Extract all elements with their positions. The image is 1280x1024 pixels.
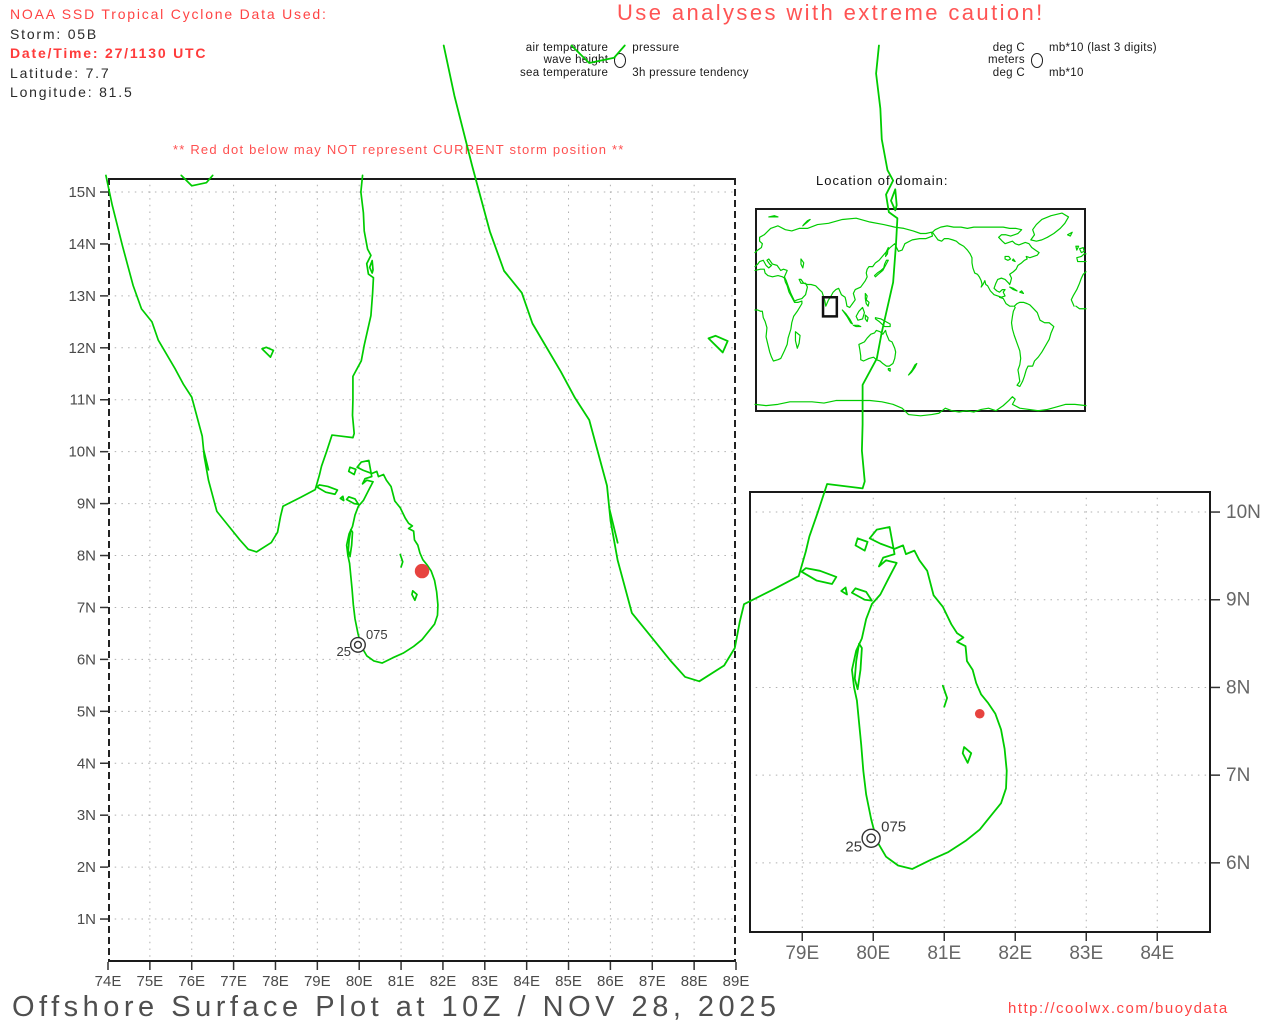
legend-pressure-label: pressure bbox=[632, 42, 680, 54]
x-tick-label: 85E bbox=[555, 973, 582, 990]
header-source-line: NOAA SSD Tropical Cyclone Data Used: bbox=[10, 6, 328, 22]
y-tick-label: 7N bbox=[1226, 765, 1250, 786]
main-map: 74E 75E 76E 77E 78E 79E 80E 81E 82E 83E 84E 85E 86E 8… bbox=[106, 175, 749, 990]
y-tick-label: 4N bbox=[77, 755, 96, 772]
world-map-inset bbox=[754, 208, 1087, 417]
storm-position-dot bbox=[974, 708, 985, 719]
station-sea-temp-label: 25 bbox=[336, 644, 350, 659]
x-tick-label: 87E bbox=[639, 973, 666, 990]
header-datetime-line: Date/Time: 27/1130 UTC bbox=[10, 45, 208, 61]
y-tick-label: 9N bbox=[77, 496, 96, 513]
storm-info-header: NOAA SSD Tropical Cyclone Data Used: Sto… bbox=[10, 5, 328, 103]
y-tick-label: 15N bbox=[68, 184, 96, 201]
station-model-legend: air temperature wave height sea temperat… bbox=[520, 42, 749, 79]
y-tick-label: 8N bbox=[77, 548, 96, 565]
legend-left-column: deg C meters deg C bbox=[988, 42, 1025, 79]
y-tick-label: 8N bbox=[1226, 677, 1250, 698]
y-tick-label: 7N bbox=[77, 599, 96, 616]
x-tick-label: 86E bbox=[597, 973, 624, 990]
y-tick-label: 10N bbox=[68, 444, 96, 461]
buoy-plot-page: NOAA SSD Tropical Cyclone Data Used: Sto… bbox=[0, 0, 1280, 1024]
x-tick-label: 80E bbox=[346, 973, 373, 990]
x-tick-label: 75E bbox=[137, 973, 164, 990]
y-tick-label: 13N bbox=[68, 288, 96, 305]
station-pressure-label: 075 bbox=[881, 818, 906, 835]
legend-degc-label: deg C bbox=[992, 42, 1025, 54]
legend-mb10-label: mb*10 bbox=[1048, 66, 1084, 79]
legend-sea-temp-label: sea temperature bbox=[520, 66, 609, 79]
y-tick-label: 14N bbox=[68, 236, 96, 253]
plot-title: Offshore Surface Plot at 10Z / NOV 28, 2… bbox=[12, 991, 781, 1023]
x-tick-label: 79E bbox=[785, 943, 819, 964]
storm-position-dot bbox=[414, 563, 430, 579]
station-outer-circle bbox=[861, 828, 881, 848]
x-tick-label: 84E bbox=[1140, 943, 1174, 964]
coastlines bbox=[754, 212, 1087, 417]
domain-inset-title: Location of domain: bbox=[816, 173, 949, 188]
header-longitude-line: Longitude: 81.5 bbox=[10, 84, 134, 100]
caution-title: Use analyses with extreme caution! bbox=[617, 0, 1045, 25]
source-url: http://coolwx.com/buoydata bbox=[1008, 1000, 1229, 1017]
coastlines bbox=[106, 175, 438, 663]
header-storm-line: Storm: 05B bbox=[10, 25, 99, 42]
x-tick-label: 82E bbox=[998, 943, 1032, 964]
station-outer-circle bbox=[349, 636, 366, 653]
station-units-legend: deg C meters deg C mb*10 (last 3 digits)… bbox=[988, 42, 1157, 79]
x-tick-label: 82E bbox=[430, 973, 457, 990]
legend-air-temp-label: air temperature bbox=[525, 42, 609, 54]
station-circle-icon bbox=[1030, 53, 1043, 68]
x-tick-label: 79E bbox=[304, 973, 331, 990]
x-tick-label: 78E bbox=[262, 973, 289, 990]
x-tick-label: 74E bbox=[95, 973, 122, 990]
sri-lanka-coastline bbox=[852, 527, 1007, 869]
x-tick-label: 80E bbox=[856, 943, 890, 964]
legend-right-column: pressure 3h pressure tendency bbox=[632, 42, 749, 79]
x-tick-label: 83E bbox=[1069, 943, 1103, 964]
y-tick-label: 1N bbox=[77, 911, 96, 928]
world-coastline bbox=[754, 212, 1087, 417]
world-map-frame bbox=[755, 208, 1086, 412]
x-tick-label: 88E bbox=[681, 973, 708, 990]
india-coastline bbox=[106, 175, 374, 551]
legend-meters-label: meters bbox=[988, 54, 1025, 67]
legend-mb10-digits-label: mb*10 (last 3 digits) bbox=[1048, 42, 1157, 54]
legend-degc2-label: deg C bbox=[992, 66, 1025, 79]
station-sea-temp-label: 25 bbox=[845, 838, 862, 855]
station-pressure-label: 075 bbox=[366, 627, 388, 642]
y-tick-label: 5N bbox=[77, 703, 96, 720]
x-tick-label: 83E bbox=[471, 973, 498, 990]
sri-lanka-coastline bbox=[347, 460, 438, 663]
header-latitude-line: Latitude: 7.7 bbox=[10, 64, 111, 81]
x-tick-label: 84E bbox=[513, 973, 540, 990]
x-tick-label: 81E bbox=[927, 943, 961, 964]
x-tick-label: 81E bbox=[388, 973, 415, 990]
x-tick-label: 77E bbox=[220, 973, 247, 990]
y-tick-label: 12N bbox=[68, 340, 96, 357]
storm-position-warning: ** Red dot below may NOT represent CURRE… bbox=[173, 142, 625, 157]
x-tick-label: 89E bbox=[723, 973, 750, 990]
legend-pressure-tendency-label: 3h pressure tendency bbox=[632, 66, 749, 79]
y-tick-label: 3N bbox=[77, 807, 96, 824]
x-tick-label: 76E bbox=[178, 973, 205, 990]
y-tick-label: 2N bbox=[77, 859, 96, 876]
y-tick-label: 9N bbox=[1226, 590, 1250, 611]
y-tick-label: 6N bbox=[77, 651, 96, 668]
y-tick-label: 10N bbox=[1226, 502, 1261, 523]
legend-right-column: mb*10 (last 3 digits) mb*10 bbox=[1049, 42, 1157, 79]
y-tick-label: 11N bbox=[70, 392, 96, 409]
sri-lanka-inset-map: 79E 80E 81E 82E 83E 84E 6N 7N 8N 9N 10N 075 25 bbox=[749, 491, 1261, 964]
y-tick-label: 6N bbox=[1226, 853, 1250, 874]
legend-left-column: air temperature wave height sea temperat… bbox=[520, 42, 608, 79]
